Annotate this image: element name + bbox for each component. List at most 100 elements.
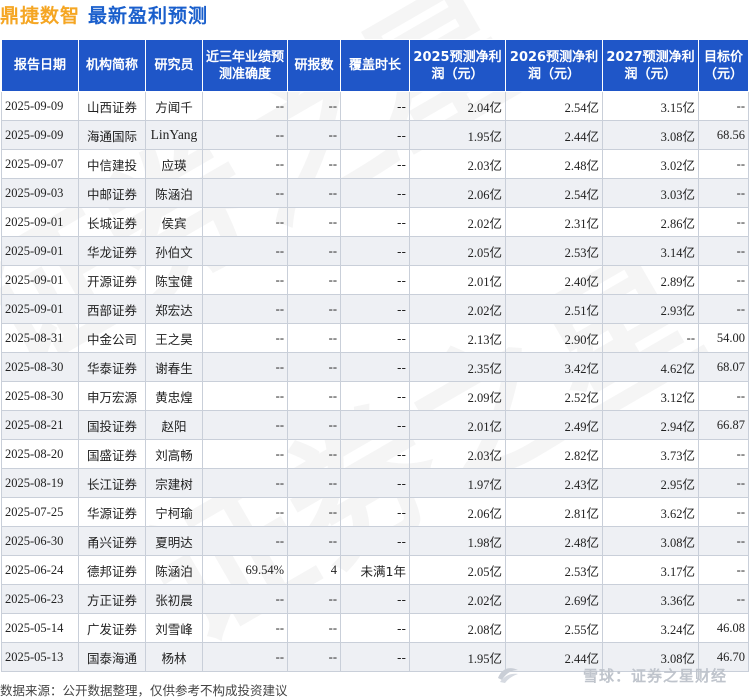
col-researcher-cell: 宁柯瑜 [145,497,203,527]
col-researcher-cell: 郑宏达 [145,294,203,324]
col-institution-cell: 国投证券 [78,410,146,440]
snowball-logo-icon [498,668,518,683]
col-coverage-cell: -- [340,613,410,643]
col-coverage-cell: -- [340,323,410,353]
col-coverage-cell: -- [340,120,410,150]
col-researcher-cell: 陈涵泊 [145,178,203,208]
col-profit-2026-cell: 2.81亿 [505,497,603,527]
col-profit-2026-cell: 2.40亿 [505,265,603,295]
col-target-price-cell: -- [698,468,749,498]
col-coverage-cell: -- [340,584,410,614]
table-row: 2025-08-31 中金公司 王之昊 -- -- -- 2.13亿 2.90亿 -- 54.00 [1,323,749,353]
col-coverage-cell: -- [340,149,410,179]
col-profit-2027-cell: 3.62亿 [602,497,699,527]
col-target-price-cell: -- [698,526,749,556]
col-institution-cell: 国泰海通 [78,642,146,672]
col-report-date-cell: 2025-07-25 [1,497,79,527]
col-institution-cell: 华泰证券 [78,352,146,382]
col-profit-2025-cell: 2.04亿 [409,91,506,121]
col-report-count-cell: -- [287,381,341,411]
col-profit-2027-header: 2027预测净利润（元） [602,39,699,92]
col-profit-2027-cell: 2.86亿 [602,207,699,237]
table-row: 2025-06-30 甬兴证券 夏明达 -- -- -- 1.98亿 2.48亿 3.08亿 -- [1,526,749,556]
col-report-count-cell: -- [287,178,341,208]
col-accuracy-cell: -- [202,294,288,324]
col-report-count-cell: -- [287,584,341,614]
col-coverage-cell: -- [340,642,410,672]
col-report-date-cell: 2025-08-20 [1,439,79,469]
col-researcher-cell: 张初晨 [145,584,203,614]
col-researcher-cell: 应瑛 [145,149,203,179]
table-header-row: 报告日期 机构简称 研究员 近三年业绩预测准确度 研报数 覆盖时长 2025预测净利润（元）… [1,39,749,92]
col-target-price-cell: -- [698,381,749,411]
col-profit-2025-cell: 2.06亿 [409,497,506,527]
col-institution-cell: 方正证券 [78,584,146,614]
col-report-count-cell: -- [287,352,341,382]
col-target-price-cell: 68.56 [698,120,749,150]
col-report-date-cell: 2025-09-03 [1,178,79,208]
col-profit-2027-cell: 2.94亿 [602,410,699,440]
col-researcher-cell: 宗建树 [145,468,203,498]
col-profit-2027-cell: 3.73亿 [602,439,699,469]
table-row: 2025-08-21 国投证券 赵阳 -- -- -- 2.01亿 2.49亿 2.94亿 66.… [1,410,749,440]
col-report-date-cell: 2025-09-01 [1,294,79,324]
col-institution-cell: 山西证券 [78,91,146,121]
col-profit-2025-cell: 2.02亿 [409,584,506,614]
col-report-date-cell: 2025-08-21 [1,410,79,440]
table-row: 2025-08-30 申万宏源 黄忠煌 -- -- -- 2.09亿 2.52亿 3.12亿 -- [1,381,749,411]
col-coverage-cell: -- [340,265,410,295]
col-profit-2027-cell: 3.02亿 [602,149,699,179]
table-row: 2025-09-01 开源证券 陈宝健 -- -- -- 2.01亿 2.40亿 2.89亿 -- [1,265,749,295]
col-profit-2025-cell: 2.08亿 [409,613,506,643]
col-accuracy-cell: -- [202,439,288,469]
col-profit-2026-cell: 2.43亿 [505,468,603,498]
col-profit-2026-cell: 2.69亿 [505,584,603,614]
col-profit-2027-cell: 3.17亿 [602,555,699,585]
col-accuracy-cell: -- [202,410,288,440]
col-profit-2025-cell: 1.95亿 [409,120,506,150]
col-report-count-cell: -- [287,120,341,150]
forecast-table: 报告日期 机构简称 研究员 近三年业绩预测准确度 研报数 覆盖时长 2025预测净利润（元）… [1,39,749,672]
col-accuracy-cell: -- [202,91,288,121]
col-target-price-cell: -- [698,178,749,208]
col-coverage-cell: 未满1年 [340,555,410,585]
col-researcher-cell: 刘高畅 [145,439,203,469]
col-profit-2026-cell: 2.48亿 [505,526,603,556]
col-report-date-cell: 2025-09-09 [1,91,79,121]
col-profit-2025-cell: 1.98亿 [409,526,506,556]
table-row: 2025-08-20 国盛证券 刘高畅 -- -- -- 2.03亿 2.82亿 3.73亿 -- [1,439,749,469]
col-profit-2027-cell: 3.08亿 [602,120,699,150]
company-name: 鼎捷数智 [0,5,81,27]
col-accuracy-cell: -- [202,584,288,614]
col-profit-2025-cell: 2.35亿 [409,352,506,382]
col-target-price-cell: -- [698,497,749,527]
col-target-price-cell: -- [698,294,749,324]
col-accuracy-cell: -- [202,265,288,295]
col-researcher-cell: 赵阳 [145,410,203,440]
col-profit-2025-cell: 2.06亿 [409,178,506,208]
col-coverage-cell: -- [340,526,410,556]
col-profit-2025-cell: 2.01亿 [409,265,506,295]
col-profit-2026-cell: 2.53亿 [505,236,603,266]
col-profit-2027-cell: 2.93亿 [602,294,699,324]
col-institution-cell: 长城证券 [78,207,146,237]
col-profit-2025-cell: 1.95亿 [409,642,506,672]
col-profit-2026-cell: 2.54亿 [505,178,603,208]
col-researcher-cell: 刘雪峰 [145,613,203,643]
col-researcher-cell: 王之昊 [145,323,203,353]
col-profit-2025-cell: 2.05亿 [409,555,506,585]
col-institution-cell: 中邮证券 [78,178,146,208]
col-target-price-cell: 66.87 [698,410,749,440]
col-profit-2026-cell: 2.54亿 [505,91,603,121]
col-profit-2026-cell: 2.82亿 [505,439,603,469]
col-researcher-cell: 谢春生 [145,352,203,382]
col-report-date-cell: 2025-09-09 [1,120,79,150]
col-profit-2026-cell: 2.49亿 [505,410,603,440]
col-report-date-cell: 2025-05-14 [1,613,79,643]
col-profit-2026-header: 2026预测净利润（元） [505,39,603,92]
col-researcher-cell: 杨林 [145,642,203,672]
col-accuracy-cell: -- [202,381,288,411]
col-report-count-cell: -- [287,642,341,672]
table-row: 2025-09-09 海通国际 LinYang -- -- -- 1.95亿 2.44亿 3.0… [1,120,749,150]
col-report-count-cell: -- [287,236,341,266]
